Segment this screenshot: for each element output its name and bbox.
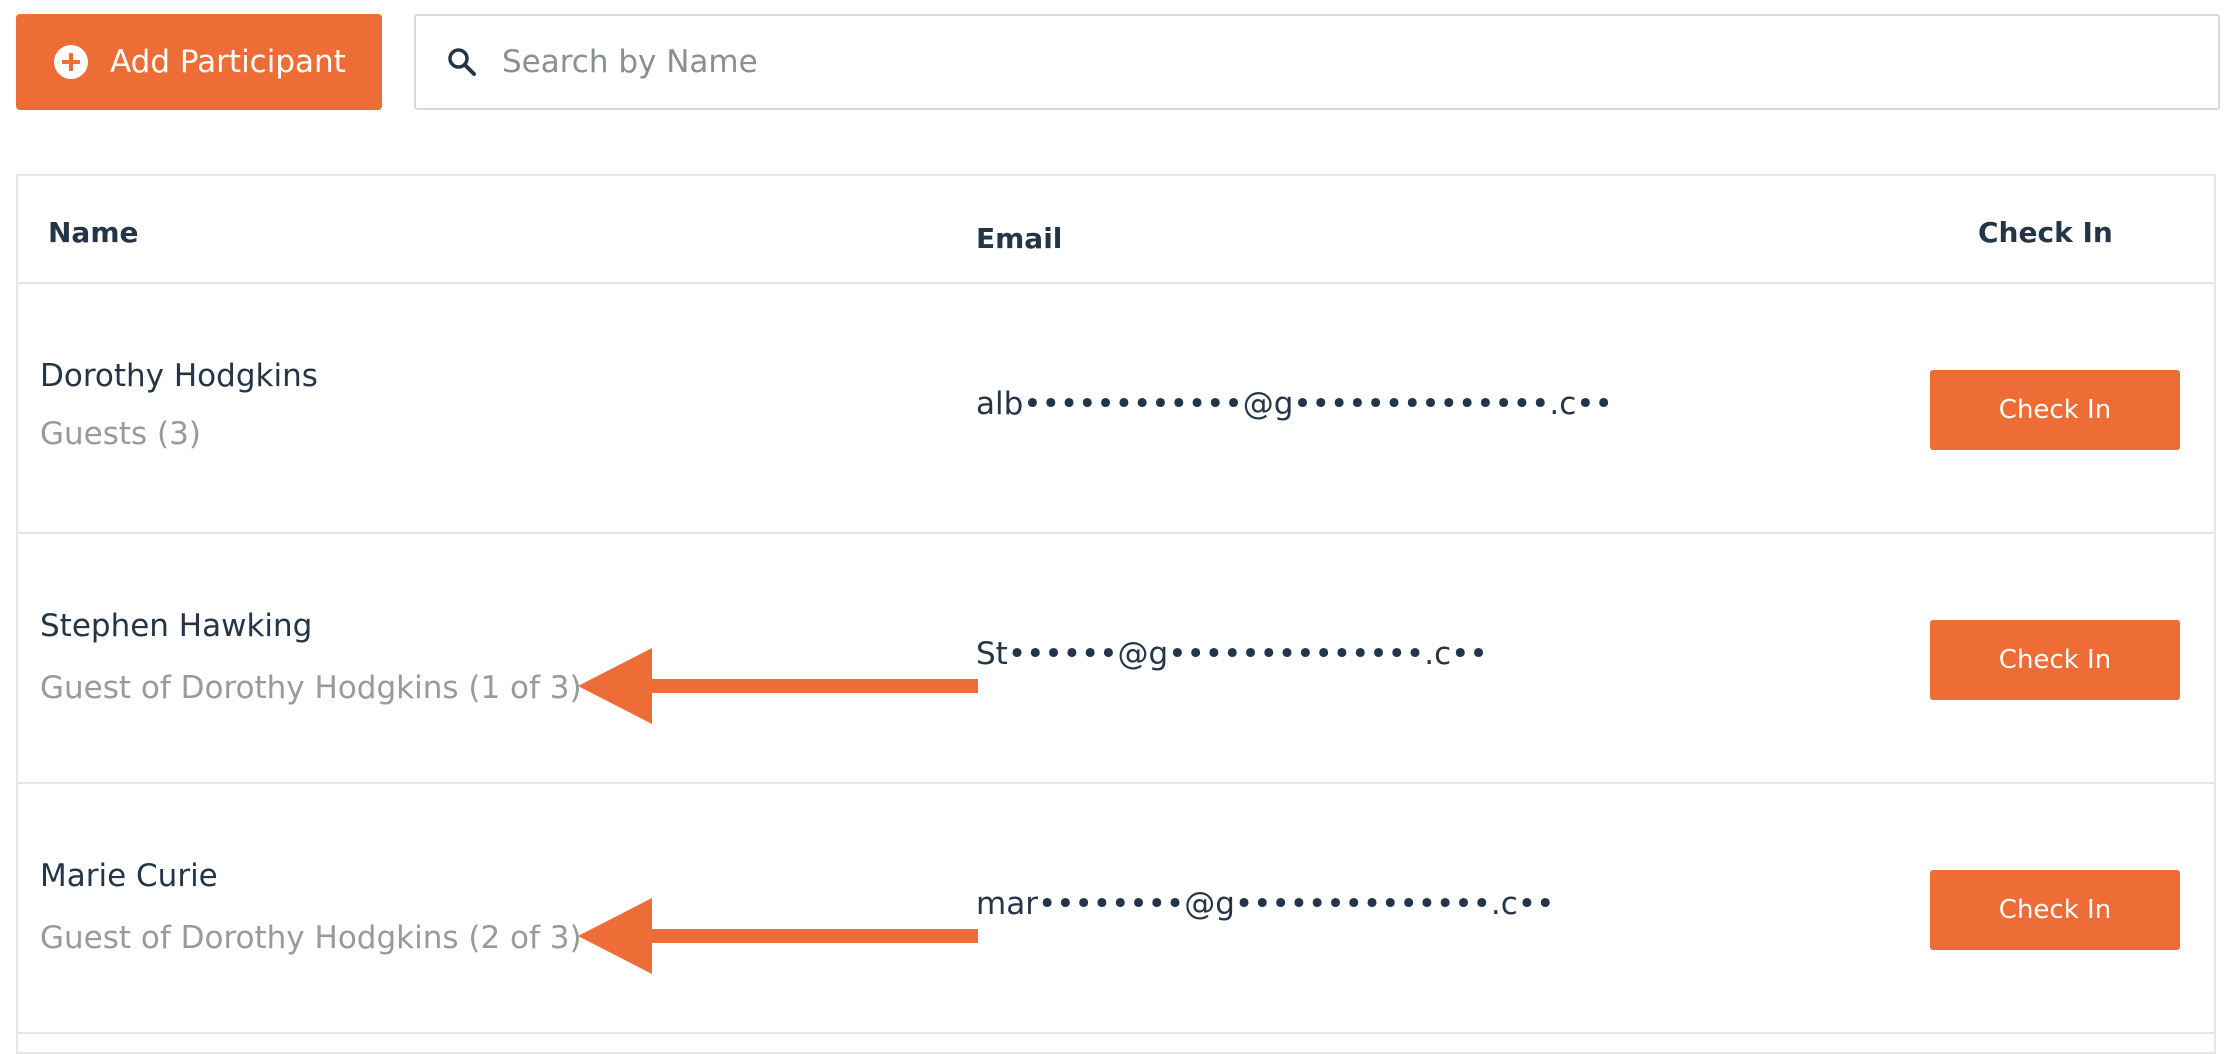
arrow-left-icon [578, 898, 978, 974]
column-header-name: Name [48, 216, 139, 249]
participant-name: Stephen Hawking [40, 608, 313, 644]
table-row: Dorothy Hodgkins Guests (3) alb•••••••••… [18, 282, 2214, 534]
arrow-left-icon [578, 648, 978, 724]
table-row: Marie Curie Guest of Dorothy Hodgkins (2… [18, 782, 2214, 1034]
column-header-email: Email [976, 222, 1063, 255]
table-row: Stephen Hawking Guest of Dorothy Hodgkin… [18, 532, 2214, 784]
search-box[interactable] [414, 14, 2220, 110]
participant-email: mar••••••••@g••••••••••••••.c•• [976, 886, 1555, 922]
check-in-button[interactable]: Check In [1930, 870, 2180, 950]
participants-table: Name Email Check In Dorothy Hodgkins Gue… [16, 174, 2216, 1054]
check-in-button[interactable]: Check In [1930, 620, 2180, 700]
plus-circle-icon [54, 45, 88, 79]
search-input[interactable] [500, 43, 2104, 81]
add-participant-button[interactable]: Add Participant [16, 14, 382, 110]
table-header: Name Email Check In [18, 176, 2214, 284]
participant-guest-info: Guest of Dorothy Hodgkins (1 of 3) [40, 670, 582, 706]
participant-name: Marie Curie [40, 858, 218, 894]
participant-name: Dorothy Hodgkins [40, 358, 318, 394]
add-participant-label: Add Participant [110, 44, 346, 80]
participant-email: St••••••@g••••••••••••••.c•• [976, 636, 1488, 672]
participant-guest-info: Guest of Dorothy Hodgkins (2 of 3) [40, 920, 582, 956]
participant-guest-info: Guests (3) [40, 416, 201, 452]
column-header-check-in: Check In [1978, 216, 2113, 249]
search-icon [448, 48, 476, 76]
check-in-button[interactable]: Check In [1930, 370, 2180, 450]
participant-email: alb••••••••••••@g••••••••••••••.c•• [976, 386, 1613, 422]
